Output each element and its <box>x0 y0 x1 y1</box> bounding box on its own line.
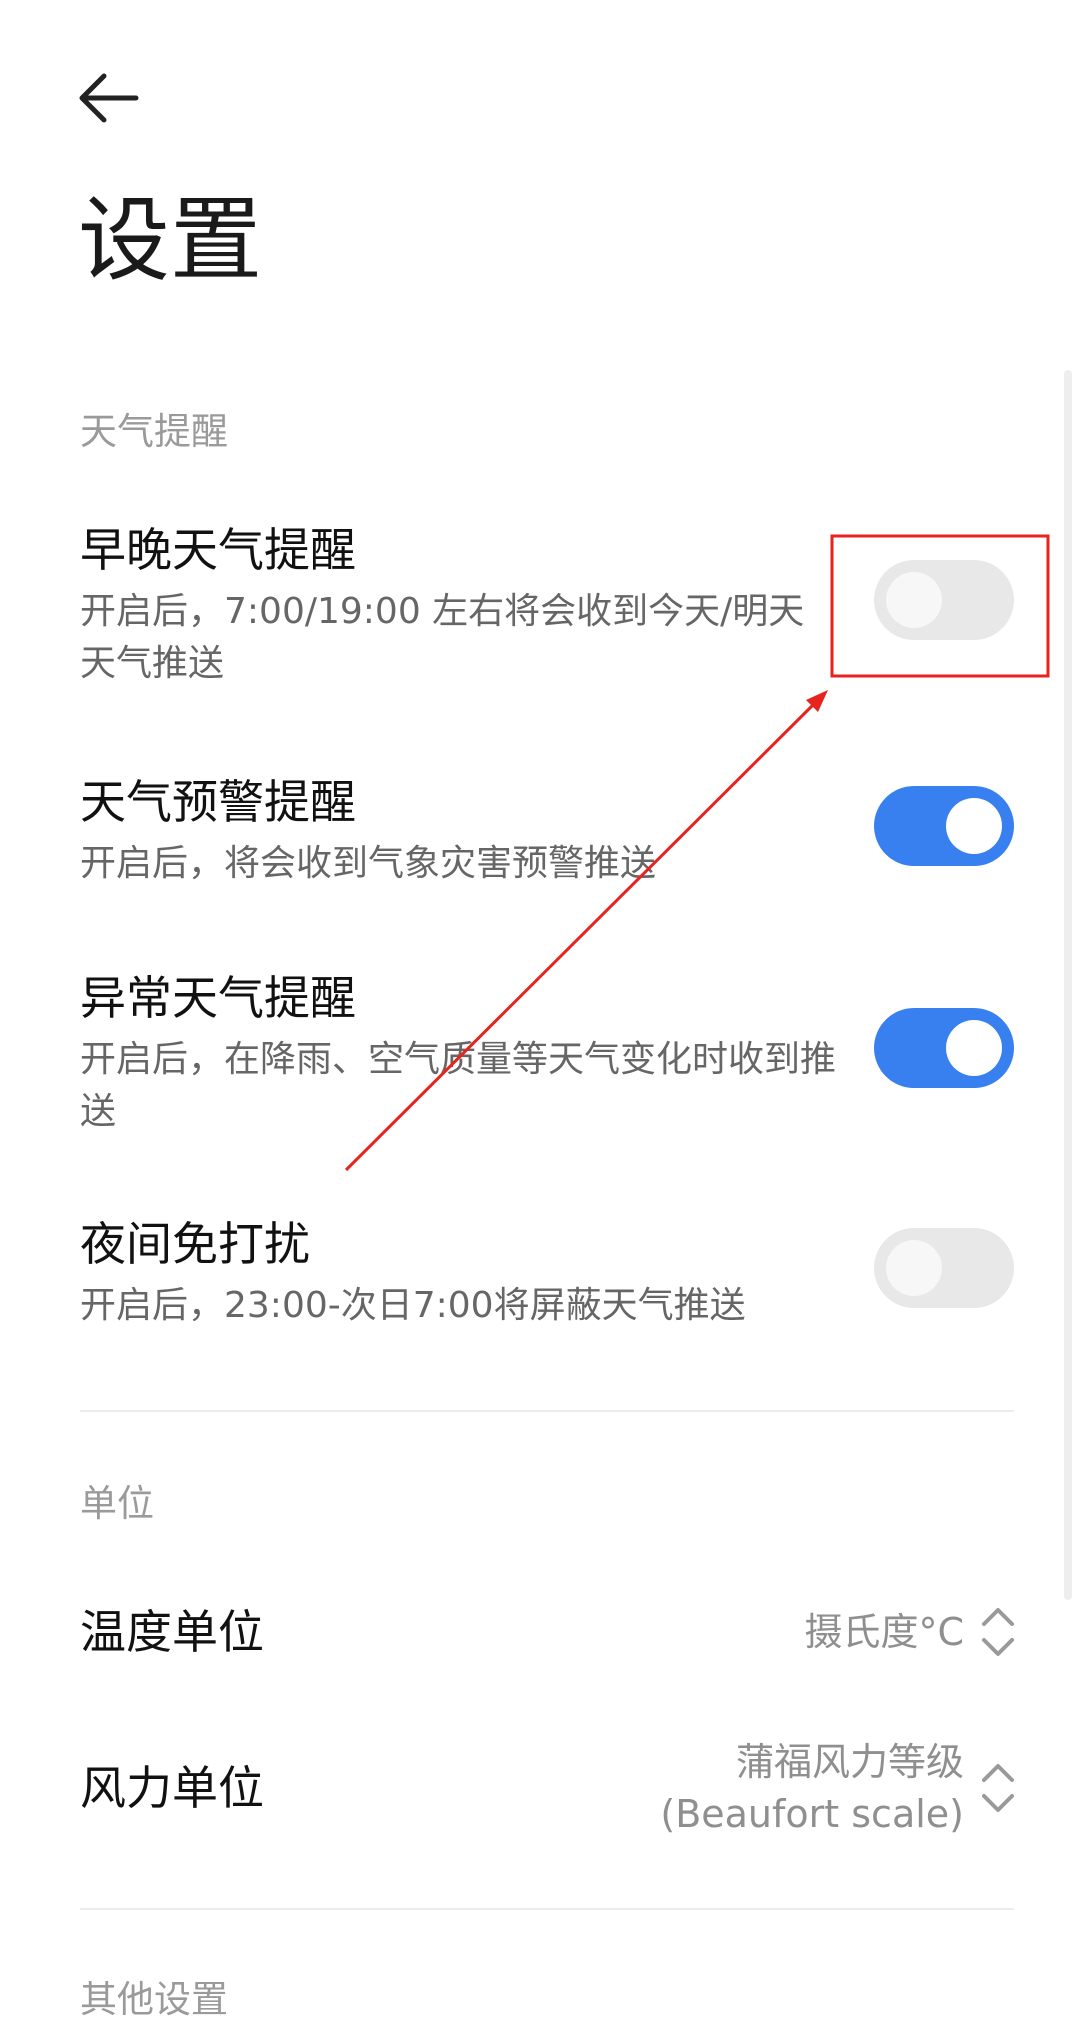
toggle-knob <box>946 1020 1002 1076</box>
toggle-knob <box>886 1240 942 1296</box>
chevron-up-down-icon <box>982 1608 1014 1656</box>
arrow-left-icon <box>79 73 139 123</box>
setting-title: 天气预警提醒 <box>80 775 356 829</box>
weather-warning-toggle[interactable] <box>874 786 1014 866</box>
scrollbar[interactable] <box>1064 370 1072 1600</box>
setting-description: 开启后，将会收到气象灾害预警推送 <box>80 843 657 884</box>
temperature-unit-value: 摄氏度°C <box>804 1610 964 1654</box>
setting-description: 开启后，7:00/19:00 左右将会收到今天/明天天气推送 <box>80 591 805 684</box>
wind-unit-value: 蒲福风力等级 (Beaufort scale) <box>660 1736 964 1840</box>
setting-description: 开启后，23:00-次日7:00将屏蔽天气推送 <box>80 1285 746 1326</box>
section-label-other-settings: 其他设置 <box>80 1978 228 2021</box>
setting-title: 夜间免打扰 <box>80 1217 310 1271</box>
setting-description: 开启后，在降雨、空气质量等天气变化时收到推送 <box>80 1039 837 1132</box>
setting-title: 风力单位 <box>80 1761 264 1815</box>
wind-unit-value-line2: (Beaufort scale) <box>660 1792 964 1836</box>
setting-title: 早晚天气提醒 <box>80 523 356 577</box>
setting-title: 温度单位 <box>80 1605 264 1659</box>
annotation-arrow-head <box>806 690 828 712</box>
night-do-not-disturb-toggle[interactable] <box>874 1228 1014 1308</box>
section-label-units: 单位 <box>80 1482 154 1525</box>
toggle-knob <box>946 798 1002 854</box>
toggle-knob <box>886 572 942 628</box>
morning-evening-reminder-toggle[interactable] <box>874 560 1014 640</box>
wind-unit-value-line1: 蒲福风力等级 <box>735 1740 964 1784</box>
section-divider <box>80 1908 1014 1910</box>
setting-title: 异常天气提醒 <box>80 971 356 1025</box>
section-divider <box>80 1410 1014 1412</box>
chevron-up-down-icon <box>982 1764 1014 1812</box>
section-label-weather-reminder: 天气提醒 <box>80 410 228 453</box>
back-button[interactable] <box>70 58 150 138</box>
page-title: 设置 <box>78 187 263 294</box>
abnormal-weather-toggle[interactable] <box>874 1008 1014 1088</box>
